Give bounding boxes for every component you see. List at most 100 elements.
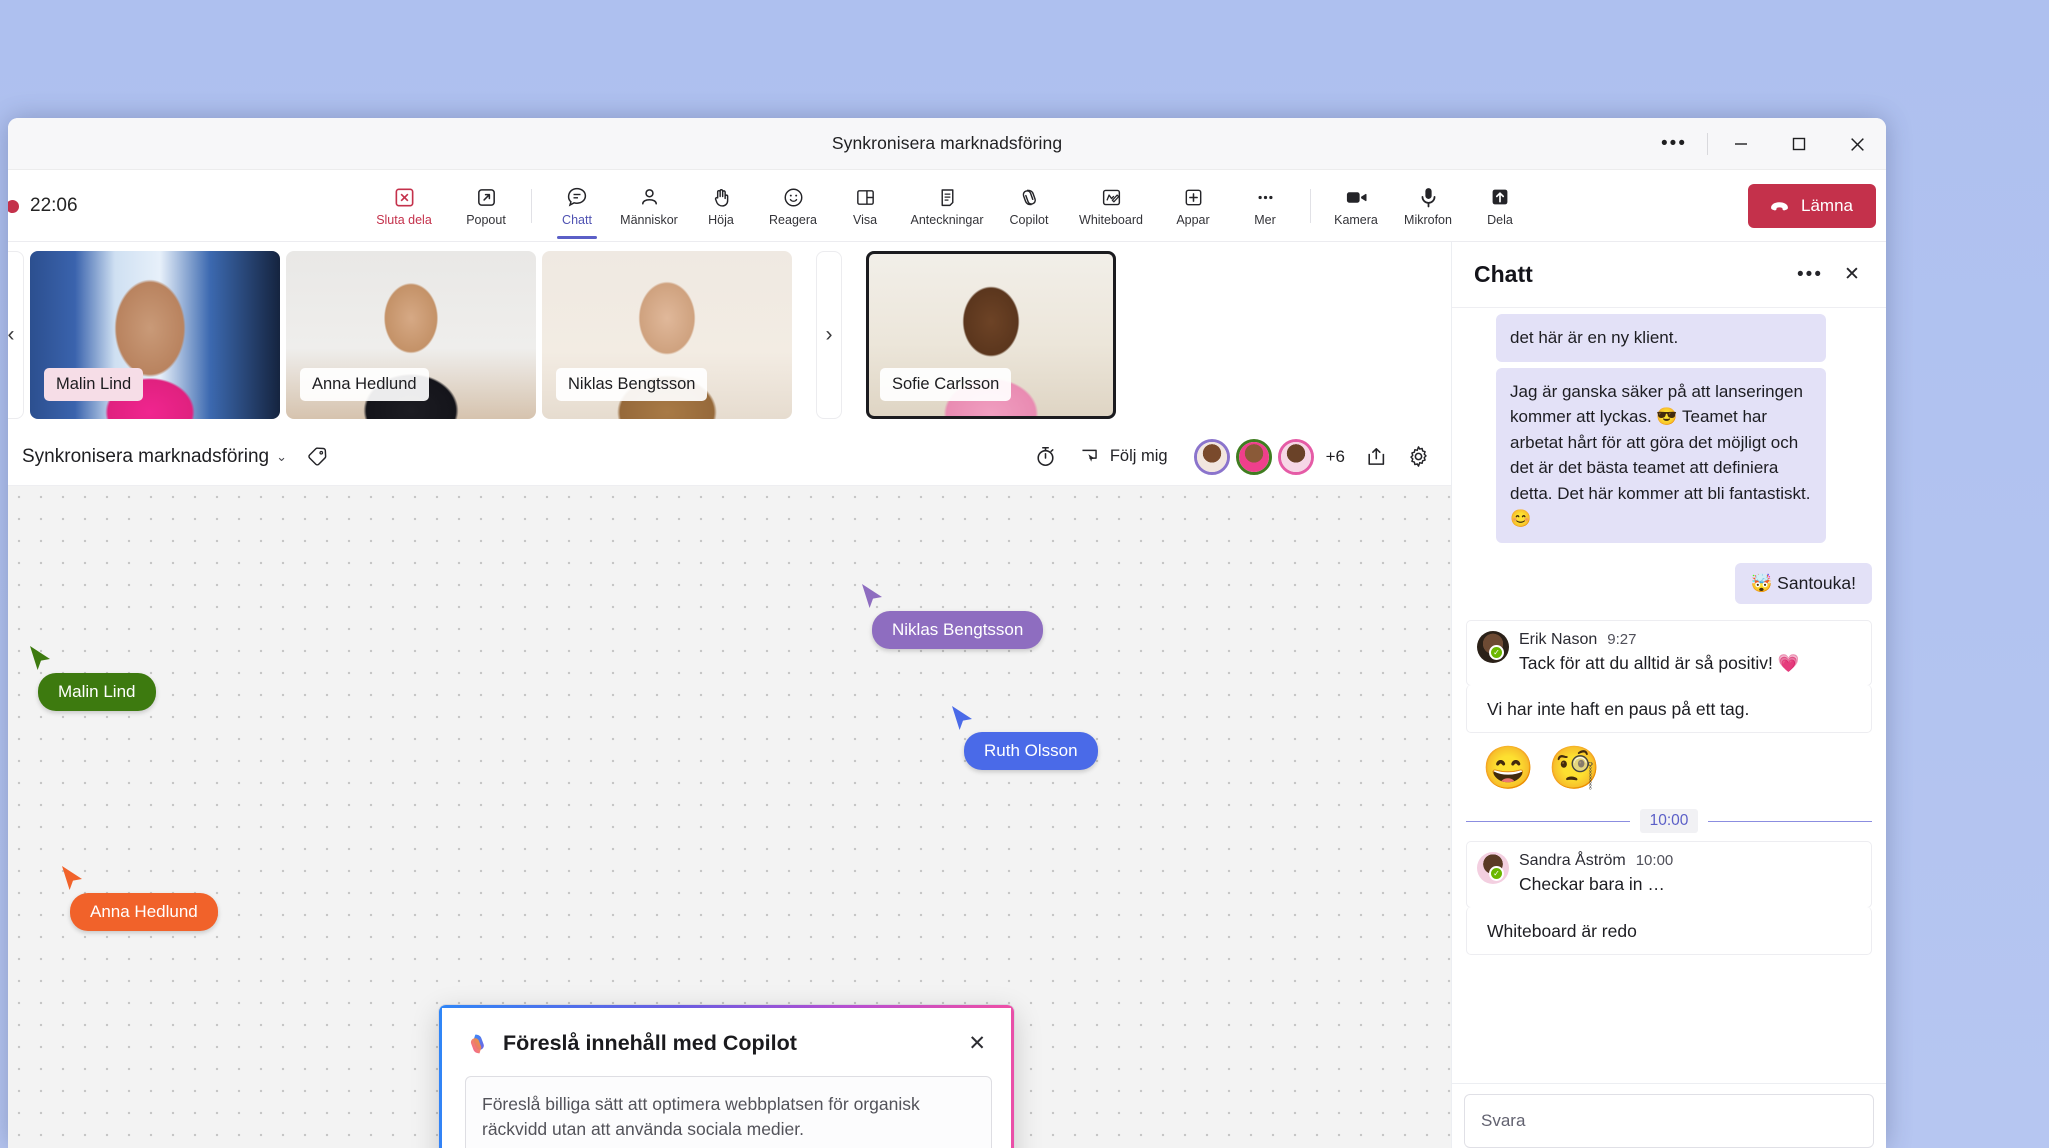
window-controls: ••• <box>1645 118 1886 170</box>
maximize-icon <box>1792 137 1806 151</box>
toolbar-whiteboard-button[interactable]: Whiteboard <box>1065 175 1157 237</box>
cursor-niklas-bengtsson: Niklas Bengtsson <box>860 582 1044 649</box>
share-icon[interactable] <box>1357 438 1395 476</box>
chat-compose-input[interactable]: Svara <box>1464 1094 1874 1148</box>
notes-icon <box>936 184 959 210</box>
microphone-icon <box>1416 184 1441 210</box>
tag-icon[interactable] <box>305 444 330 469</box>
toolbar-divider <box>531 188 532 223</box>
follow-me-button[interactable]: Följ mig <box>1069 439 1178 475</box>
avatar[interactable] <box>1193 438 1230 475</box>
whiteboard-title-menu[interactable]: Synkronisera marknadsföring ⌄ <box>22 446 287 468</box>
participant-name: Malin Lind <box>44 368 144 401</box>
follow-cursor-icon <box>1082 449 1097 462</box>
filmstrip-prev-button[interactable]: ‹ <box>8 251 24 419</box>
video-tile[interactable]: Anna Hedlund <box>286 251 536 419</box>
reaction-emoji[interactable]: 🧐 <box>1548 747 1600 789</box>
toolbar-label: Reagera <box>769 213 817 227</box>
window-close-button[interactable] <box>1828 118 1886 170</box>
chevron-right-icon: › <box>825 323 833 346</box>
chat-more-button[interactable]: ••• <box>1792 257 1828 293</box>
chat-message-text: Vi har inte haft en paus på ett tag. <box>1487 699 1750 720</box>
titlebar-divider <box>1707 133 1708 155</box>
copilot-dialog-title: Föreslå innehåll med Copilot <box>503 1031 797 1055</box>
participant-name: Sofie Carlsson <box>880 368 1012 401</box>
chat-close-button[interactable]: ✕ <box>1834 257 1870 293</box>
hangup-icon <box>1771 201 1788 210</box>
chevron-left-icon: ‹ <box>8 323 15 346</box>
toolbar-label: Kamera <box>1334 213 1378 227</box>
toolbar-share-button[interactable]: Dela <box>1464 175 1536 237</box>
timer-icon[interactable] <box>1027 438 1065 476</box>
window-minimize-button[interactable] <box>1712 118 1770 170</box>
chat-message-bubble: Jag är ganska säker på att lanseringen k… <box>1496 367 1826 543</box>
copilot-prompt-text[interactable]: Föreslå billiga sätt att optimera webbpl… <box>465 1076 992 1148</box>
toolbar-notes-button[interactable]: Anteckningar <box>901 175 993 237</box>
toolbar-stop-sharing-button[interactable]: Sluta dela <box>358 175 450 237</box>
chat-message-meta: Erik Nason 9:27 <box>1519 631 1857 649</box>
toolbar-people-button[interactable]: Människor <box>613 175 685 237</box>
toolbar-raise-hand-button[interactable]: Höja <box>685 175 757 237</box>
presence-available-icon: ✓ <box>1489 644 1504 660</box>
toolbar-microphone-button[interactable]: Mikrofon <box>1392 175 1464 237</box>
chat-message-text: Whiteboard är redo <box>1487 921 1637 942</box>
chat-message-bubble: det här är en ny klient. <box>1496 314 1826 362</box>
more-dots-icon: ••• <box>1797 263 1823 285</box>
toolbar-chat-button[interactable]: Chatt <box>541 175 613 239</box>
chat-message-time: 10:00 <box>1635 852 1674 870</box>
chat-reactions: 😄 🧐 <box>1466 733 1872 795</box>
toolbar-label: Människor <box>620 213 678 227</box>
camera-icon <box>1344 184 1369 210</box>
chat-message-card: Whiteboard är redo <box>1466 907 1872 955</box>
window-maximize-button[interactable] <box>1770 118 1828 170</box>
chat-icon <box>565 184 589 210</box>
toolbar-camera-button[interactable]: Kamera <box>1320 175 1392 237</box>
toolbar-divider-2 <box>1310 188 1311 223</box>
chat-compose-area: Svara <box>1452 1083 1886 1148</box>
cursor-label: Malin Lind <box>38 673 156 711</box>
toolbar-label: Visa <box>852 213 878 227</box>
more-dots-icon: ••• <box>1661 133 1687 154</box>
toolbar-label: Sluta dela <box>376 213 432 227</box>
toolbar-view-button[interactable]: Visa <box>829 175 901 237</box>
video-tile[interactable]: Niklas Bengtsson <box>542 251 792 419</box>
toolbar-label: Mer <box>1254 213 1276 227</box>
chat-message-text: Tack för att du alltid är så positiv! 💗 <box>1519 652 1800 673</box>
whiteboard-icon <box>1100 184 1123 210</box>
toolbar-more-button[interactable]: Mer <box>1229 175 1301 237</box>
close-icon: ✕ <box>1844 264 1860 285</box>
divider-line-left <box>1466 820 1630 822</box>
chat-message-card: ✓ Sandra Åström 10:00 Checkar bara in … <box>1466 841 1872 909</box>
gear-icon[interactable] <box>1399 438 1437 476</box>
video-tile-active-speaker[interactable]: Sofie Carlsson <box>866 251 1116 419</box>
follow-me-label: Följ mig <box>1109 447 1168 465</box>
close-icon <box>1850 137 1864 151</box>
avatar[interactable] <box>1277 438 1314 475</box>
copilot-dialog-header: Föreslå innehåll med Copilot ✕ <box>439 1005 1014 1070</box>
chat-message-list[interactable]: det här är en ny klient. Jag är ganska s… <box>1452 308 1886 1083</box>
avatar-overflow-count[interactable]: +6 <box>1326 447 1345 467</box>
chat-panel-header: Chatt ••• ✕ <box>1452 242 1886 308</box>
reaction-emoji[interactable]: 😄 <box>1482 747 1534 789</box>
raise-hand-icon <box>710 184 733 210</box>
video-filmstrip: ‹ Malin Lind Anna Hedlund Niklas Bengtss… <box>8 242 1451 428</box>
toolbar-copilot-button[interactable]: Copilot <box>993 175 1065 237</box>
cursor-label: Niklas Bengtsson <box>872 611 1044 649</box>
copilot-logo-icon <box>465 1031 491 1057</box>
copilot-close-button[interactable]: ✕ <box>962 1027 992 1060</box>
whiteboard-canvas[interactable]: Malin Lind Anna Hedlund Niklas Bengtsson… <box>8 486 1451 1148</box>
toolbar-react-button[interactable]: Reagera <box>757 175 829 237</box>
window-more-button[interactable]: ••• <box>1645 118 1703 170</box>
view-layout-icon <box>854 184 877 210</box>
toolbar-apps-button[interactable]: Appar <box>1157 175 1229 237</box>
video-tile[interactable]: Malin Lind <box>30 251 280 419</box>
avatar[interactable] <box>1235 438 1272 475</box>
leave-meeting-button[interactable]: Lämna <box>1748 184 1876 228</box>
chat-message-bubble-outgoing: 🤯 Santouka! <box>1734 562 1872 604</box>
chat-panel: Chatt ••• ✕ det här är en ny klient. Jag… <box>1451 242 1886 1148</box>
popout-icon <box>475 184 498 210</box>
toolbar-label: Whiteboard <box>1079 213 1143 227</box>
filmstrip-next-button[interactable]: › <box>816 251 842 419</box>
window-titlebar: Synkronisera marknadsföring ••• <box>8 118 1886 170</box>
toolbar-popout-button[interactable]: Popout <box>450 175 522 237</box>
